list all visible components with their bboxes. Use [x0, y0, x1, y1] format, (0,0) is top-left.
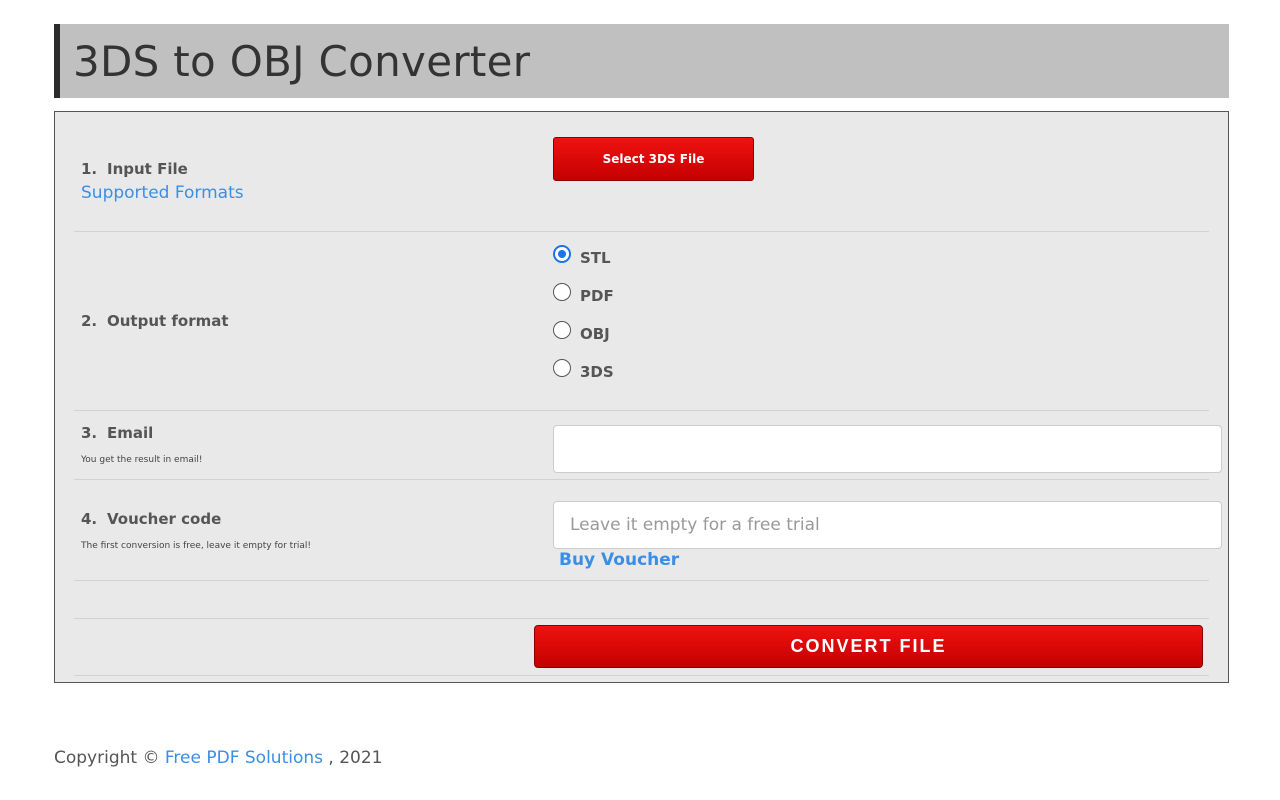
radio-label: 3DS [580, 363, 614, 381]
voucher-hint: The first conversion is free, leave it e… [81, 541, 312, 551]
output-format-row: 2. Output format STL PDF OBJ 3DS [74, 232, 1209, 411]
footer-copyright: Copyright © [54, 748, 160, 768]
step-label: Email [107, 424, 154, 442]
convert-file-button[interactable]: CONVERT FILE [534, 625, 1203, 668]
email-hint: You get the result in email! [81, 455, 203, 465]
step-label: Input File [107, 160, 188, 178]
step-number: 1. [81, 160, 98, 178]
select-file-button[interactable]: Select 3DS File [553, 137, 754, 181]
page-title: 3DS to OBJ Converter [73, 37, 531, 86]
step-number: 3. [81, 424, 98, 442]
spacer-row [74, 581, 1209, 619]
email-label: 3. Email [81, 424, 153, 442]
radio-button[interactable] [553, 359, 571, 377]
input-file-label: 1. Input File [81, 160, 188, 178]
radio-button[interactable] [553, 283, 571, 301]
buy-voucher-link[interactable]: Buy Voucher [559, 550, 679, 570]
radio-label: PDF [580, 287, 614, 305]
radio-button[interactable] [553, 321, 571, 339]
voucher-input[interactable]: Leave it empty for a free trial [553, 501, 1222, 549]
supported-formats-link[interactable]: Supported Formats [81, 183, 244, 203]
input-file-row: 1. Input File Supported Formats Select 3D… [74, 112, 1209, 232]
converter-form: 1. Input File Supported Formats Select 3D… [54, 111, 1229, 683]
radio-button[interactable] [553, 245, 571, 263]
output-format-label: 2. Output format [81, 312, 229, 330]
step-number: 4. [81, 510, 98, 528]
email-row: 3. Email You get the result in email! [74, 411, 1222, 480]
radio-label: OBJ [580, 325, 610, 343]
page-header: 3DS to OBJ Converter [54, 24, 1229, 98]
step-label: Output format [107, 312, 229, 330]
step-label: Voucher code [107, 510, 222, 528]
radio-label: STL [580, 249, 611, 267]
email-field[interactable] [553, 425, 1222, 473]
step-number: 2. [81, 312, 98, 330]
footer-year: , 2021 [328, 748, 383, 768]
voucher-label: 4. Voucher code [81, 510, 221, 528]
convert-row-divider [74, 675, 1209, 676]
footer: Copyright © Free PDF Solutions , 2021 [54, 748, 383, 768]
voucher-row: 4. Voucher code The first conversion is f… [74, 480, 1222, 581]
footer-company-link[interactable]: Free PDF Solutions [165, 748, 323, 768]
